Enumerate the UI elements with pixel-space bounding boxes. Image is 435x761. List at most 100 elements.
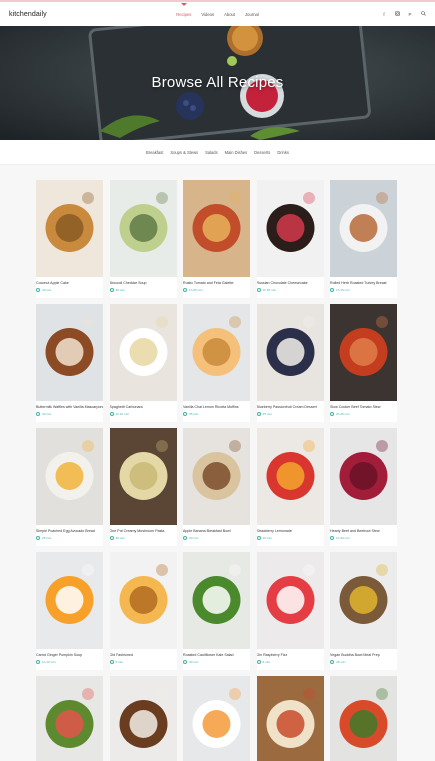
pinterest-icon[interactable]: P xyxy=(407,12,413,17)
recipe-photo[interactable] xyxy=(183,304,250,401)
recipe-photo[interactable] xyxy=(109,676,177,761)
recipe-meta: 1h 40 min xyxy=(330,536,397,540)
clock-icon xyxy=(36,412,40,416)
clock-icon xyxy=(330,536,334,540)
category-breakfast[interactable]: Breakfast xyxy=(146,150,163,155)
recipe-card[interactable]: Vanilla Chai Lemon Ricotta Muffins 35 min xyxy=(183,304,250,422)
recipe-card[interactable]: Roasted Cauliflower Kale Salad 40 min xyxy=(183,552,250,670)
recipe-photo[interactable] xyxy=(330,676,397,761)
recipe-title[interactable]: Broccoli Cheddar Soup xyxy=(110,277,177,285)
recipe-photo[interactable] xyxy=(109,428,177,525)
recipe-time: 10 min xyxy=(262,536,272,540)
category-desserts[interactable]: Desserts xyxy=(254,150,270,155)
recipe-card[interactable] xyxy=(330,676,397,761)
recipe-title[interactable]: Spaghetti Carbonara xyxy=(110,401,177,409)
recipe-photo[interactable] xyxy=(109,304,177,401)
instagram-icon[interactable] xyxy=(394,11,400,17)
recipe-card[interactable]: Spaghetti Carbonara 1h 10 min xyxy=(109,304,177,422)
recipe-photo[interactable] xyxy=(36,552,103,649)
recipe-photo[interactable] xyxy=(256,304,324,401)
clock-icon xyxy=(256,660,261,664)
nav-journal[interactable]: Journal xyxy=(245,12,259,17)
recipe-title[interactable]: Carrot Ginger Pumpkin Soup xyxy=(36,649,103,657)
clock-icon xyxy=(36,288,40,292)
recipe-card[interactable]: Vegan Buddha Bowl Meal Prep 45 min xyxy=(330,552,397,670)
recipe-card[interactable]: Carrot Ginger Pumpkin Soup 1h 10 min xyxy=(36,552,103,670)
recipe-card[interactable]: Slow Cooker Beef Tomato Stew 2h 40 min xyxy=(330,304,397,422)
clock-icon xyxy=(330,660,334,664)
nav-videos[interactable]: Videos xyxy=(201,12,214,17)
category-salads[interactable]: Salads xyxy=(205,150,218,155)
recipe-title[interactable]: One Pot Creamy Mushroom Pasta xyxy=(110,525,177,533)
facebook-icon[interactable]: f xyxy=(381,12,387,17)
recipe-card[interactable]: Coconut Apple Cake 40 min xyxy=(36,180,103,298)
recipe-meta: 5 min xyxy=(256,660,324,664)
nav-about[interactable]: About xyxy=(224,12,235,17)
recipe-card[interactable]: Rustic Tomato and Feta Galette 1h 05 min xyxy=(183,180,250,298)
search-icon[interactable] xyxy=(420,11,426,17)
recipe-title[interactable]: Rolled Herb Roasted Turkey Breast xyxy=(330,277,397,285)
recipe-photo[interactable] xyxy=(256,428,324,525)
recipe-card[interactable]: Blueberry Passionfruit Cream Dessert 25 m… xyxy=(256,304,324,422)
recipe-meta: 1h 10 min xyxy=(36,660,103,664)
clock-icon xyxy=(330,412,334,416)
recipe-card[interactable] xyxy=(256,676,324,761)
recipe-title[interactable]: Strawberry Lemonade xyxy=(257,525,324,533)
recipe-title[interactable]: Gin Raspberry Fizz xyxy=(257,649,324,657)
recipe-meta: 1h 05 min xyxy=(183,288,250,292)
recipe-card[interactable]: Gin Raspberry Fizz 5 min xyxy=(256,552,324,670)
recipe-photo[interactable] xyxy=(183,552,250,649)
recipe-photo[interactable] xyxy=(330,180,397,277)
recipe-photo[interactable] xyxy=(36,304,103,401)
recipe-title[interactable]: Hearty Beef and Beetroot Stew xyxy=(330,525,397,533)
recipe-card[interactable] xyxy=(36,676,103,761)
recipe-card[interactable]: Apple Banana Breakfast Bowl 20 min xyxy=(183,428,250,546)
recipe-photo[interactable] xyxy=(256,552,324,649)
site-header: kitchendaily Recipes Videos About Journa… xyxy=(0,2,435,26)
recipe-card[interactable]: Broccoli Cheddar Soup 30 min xyxy=(109,180,177,298)
recipe-card[interactable]: Old Fashioned 5 min xyxy=(109,552,177,670)
recipe-photo[interactable] xyxy=(109,180,177,277)
recipe-card[interactable]: Simple Poached Egg Avocado Bread 25 min xyxy=(36,428,103,546)
recipe-title[interactable]: Vanilla Chai Lemon Ricotta Muffins xyxy=(183,401,250,409)
nav-recipes[interactable]: Recipes xyxy=(176,12,191,17)
recipe-card[interactable]: Rolled Herb Roasted Turkey Breast 1h 15 m… xyxy=(330,180,397,298)
recipe-card[interactable] xyxy=(183,676,250,761)
recipe-photo[interactable] xyxy=(256,180,324,277)
recipe-title[interactable]: Buttermilk Waffles with Vanilla Mascarpo… xyxy=(36,401,103,409)
recipe-title[interactable]: Roasted Cauliflower Kale Salad xyxy=(183,649,250,657)
recipe-photo[interactable] xyxy=(36,180,103,277)
recipe-photo[interactable] xyxy=(36,676,103,761)
category-drinks[interactable]: Drinks xyxy=(277,150,289,155)
clock-icon xyxy=(109,536,114,540)
recipe-title[interactable]: Simple Poached Egg Avocado Bread xyxy=(36,525,103,533)
recipe-title[interactable]: Old Fashioned xyxy=(110,649,177,657)
recipe-photo[interactable] xyxy=(183,180,250,277)
recipe-photo[interactable] xyxy=(330,428,397,525)
recipe-card[interactable]: Strawberry Lemonade 10 min xyxy=(256,428,324,546)
recipe-photo[interactable] xyxy=(109,552,177,649)
site-logo[interactable]: kitchendaily xyxy=(9,11,47,18)
recipe-card[interactable]: Buttermilk Waffles with Vanilla Mascarpo… xyxy=(36,304,103,422)
recipe-card[interactable]: Russian Chocolate Cheesecake 1h 45 min xyxy=(256,180,324,298)
recipe-title[interactable]: Vegan Buddha Bowl Meal Prep xyxy=(330,649,397,657)
recipe-title[interactable]: Apple Banana Breakfast Bowl xyxy=(183,525,250,533)
recipe-photo[interactable] xyxy=(330,552,397,649)
recipe-title[interactable]: Russian Chocolate Cheesecake xyxy=(257,277,324,285)
recipe-card[interactable]: Hearty Beef and Beetroot Stew 1h 40 min xyxy=(330,428,397,546)
recipe-time: 45 min xyxy=(336,660,346,664)
recipe-photo[interactable] xyxy=(183,428,250,525)
recipe-title[interactable]: Blueberry Passionfruit Cream Dessert xyxy=(257,401,324,409)
recipe-card[interactable]: One Pot Creamy Mushroom Pasta 30 min xyxy=(109,428,177,546)
category-main-dishes[interactable]: Main Dishes xyxy=(225,150,248,155)
recipe-title[interactable]: Rustic Tomato and Feta Galette xyxy=(183,277,250,285)
recipe-title[interactable]: Slow Cooker Beef Tomato Stew xyxy=(330,401,397,409)
recipe-photo[interactable] xyxy=(330,304,397,401)
recipe-card[interactable] xyxy=(109,676,177,761)
recipe-photo[interactable] xyxy=(256,676,324,761)
recipe-photo[interactable] xyxy=(183,676,250,761)
recipe-time: 30 min xyxy=(115,288,125,292)
recipe-title[interactable]: Coconut Apple Cake xyxy=(36,277,103,285)
recipe-photo[interactable] xyxy=(36,428,103,525)
category-soups-stews[interactable]: Soups & Stews xyxy=(170,150,198,155)
